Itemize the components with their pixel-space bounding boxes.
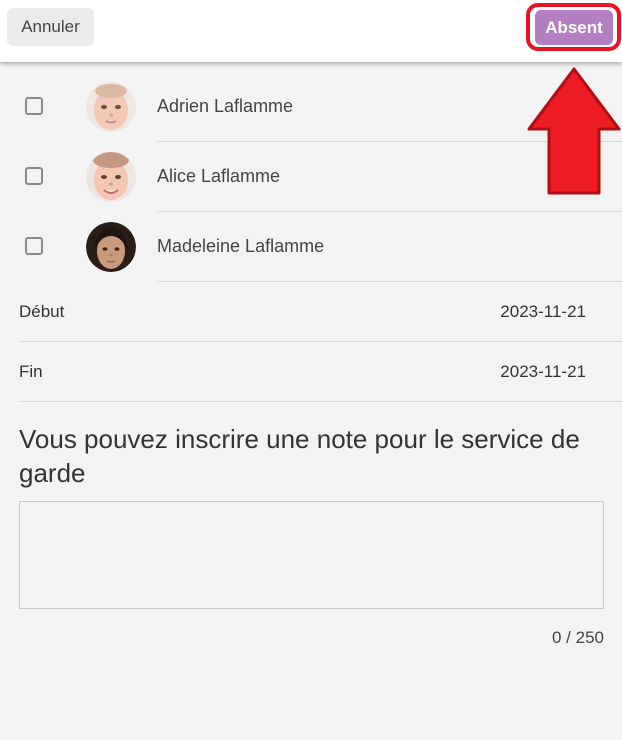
up-arrow-icon [527, 67, 621, 195]
child-checkbox[interactable] [25, 97, 43, 115]
end-date-row[interactable]: Fin 2023-11-21 [0, 342, 622, 402]
start-date-value[interactable]: 2023-11-21 [500, 302, 586, 322]
note-textarea[interactable] [19, 501, 604, 609]
end-date-value[interactable]: 2023-11-21 [500, 362, 586, 382]
divider [19, 401, 622, 402]
cancel-button[interactable]: Annuler [7, 8, 94, 46]
absent-button[interactable]: Absent [535, 10, 613, 45]
top-bar: Annuler Absent [0, 0, 622, 62]
start-date-label: Début [19, 302, 65, 321]
avatar [86, 222, 136, 272]
note-heading: Vous pouvez inscrire une note pour le se… [19, 424, 580, 488]
child-name: Alice Laflamme [157, 166, 281, 186]
child-row[interactable]: Madeleine Laflamme [0, 212, 622, 282]
avatar [86, 82, 136, 132]
absence-form: Annuler Absent Adrien Laflamme Alice Laf… [0, 0, 622, 740]
child-checkbox[interactable] [25, 237, 43, 255]
start-date-row[interactable]: Début 2023-11-21 [0, 282, 622, 342]
char-counter: 0 / 250 [552, 628, 604, 647]
child-name: Adrien Laflamme [157, 96, 294, 116]
child-name: Madeleine Laflamme [157, 236, 325, 256]
child-checkbox[interactable] [25, 167, 43, 185]
avatar [86, 152, 136, 202]
end-date-label: Fin [19, 362, 43, 381]
